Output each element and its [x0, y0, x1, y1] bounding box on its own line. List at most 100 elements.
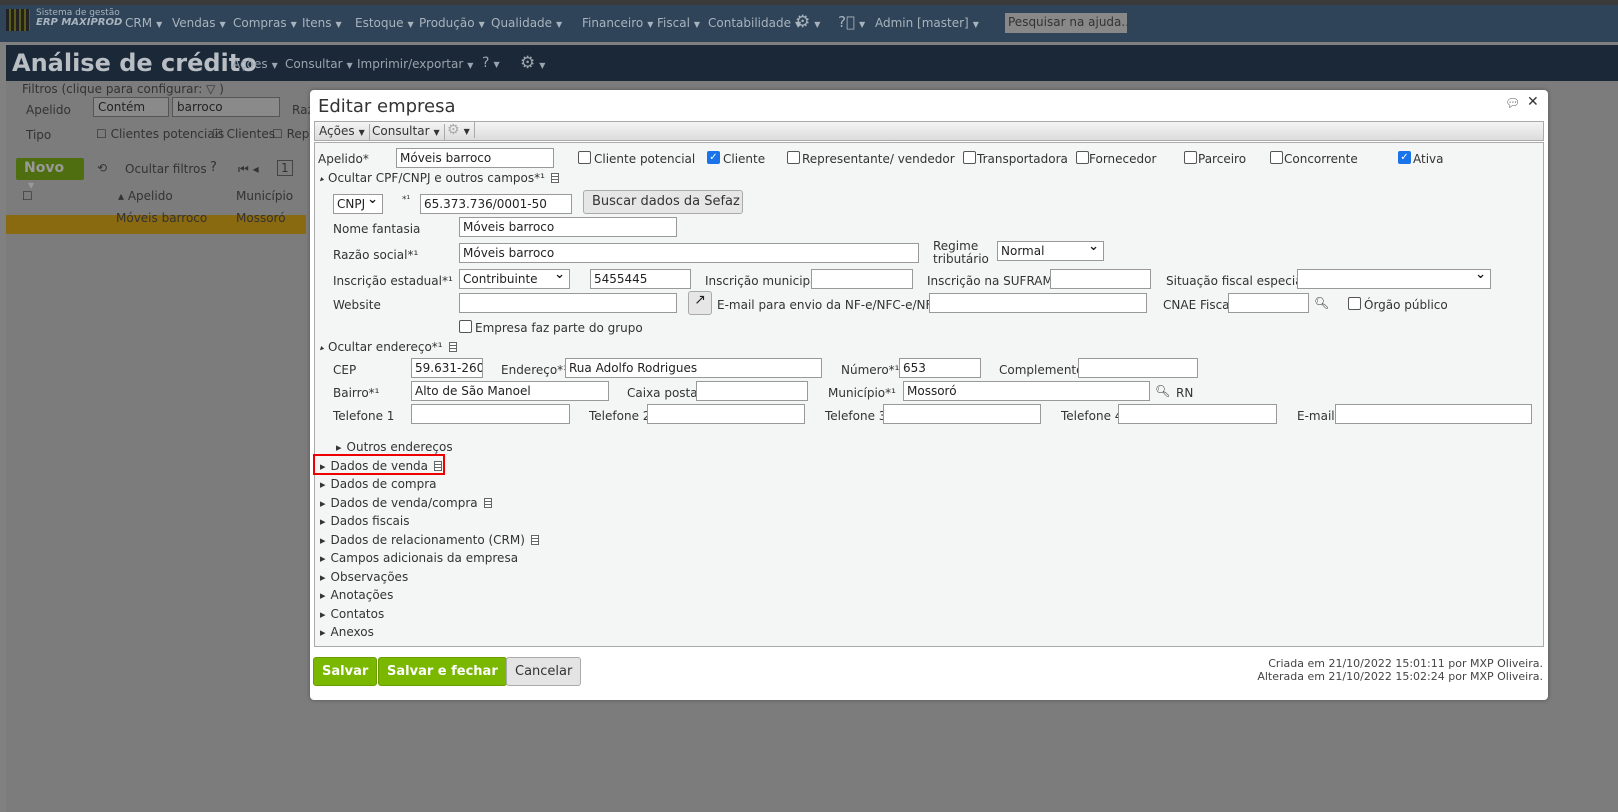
- tel1-input[interactable]: [411, 404, 570, 424]
- checkbox-cliente-potencial[interactable]: [578, 151, 591, 164]
- menu-crm[interactable]: CRM ▼: [125, 16, 162, 30]
- menu-label: Produção: [419, 16, 475, 30]
- razao-social-input[interactable]: Móveis barroco: [459, 243, 919, 263]
- apelido-input[interactable]: Móveis barroco: [396, 148, 554, 168]
- checkbox-transportadora[interactable]: [963, 151, 976, 164]
- cancel-button[interactable]: Cancelar: [506, 657, 582, 686]
- page-menu-consultar[interactable]: Consultar ▼: [285, 57, 353, 71]
- im-input[interactable]: [811, 269, 913, 289]
- website-input[interactable]: [459, 293, 677, 313]
- help-icon[interactable]: ?⃝ ▼: [838, 13, 865, 31]
- checkbox-ativa[interactable]: ✓: [1398, 151, 1411, 164]
- dialog-toolbar: Ações ▼ Consultar ▼ ⚙ ▼: [314, 121, 1544, 141]
- user-label: Admin [master]: [875, 16, 969, 30]
- bairro-input[interactable]: Alto de São Manoel: [411, 381, 609, 401]
- checkbox-orgao-publico[interactable]: [1348, 297, 1361, 310]
- page-menu-acoes[interactable]: Ações ▼: [232, 57, 278, 71]
- section-dados-crm[interactable]: Dados de relacionamento (CRM): [320, 533, 539, 547]
- search-icon[interactable]: 🔍︎: [1314, 296, 1329, 310]
- refresh-icon[interactable]: ⟲: [97, 161, 107, 175]
- filter-apelido-operator[interactable]: Contém: [93, 97, 169, 117]
- gear-icon[interactable]: ⚙ ▼: [795, 12, 820, 32]
- pager-page[interactable]: 1: [277, 160, 293, 176]
- user-menu[interactable]: Admin [master] ▼: [875, 16, 979, 30]
- filter-apelido-input[interactable]: barroco: [172, 97, 280, 117]
- column-apelido[interactable]: ▴ Apelido: [118, 189, 173, 203]
- menu-qualidade[interactable]: Qualidade ▼: [491, 16, 562, 30]
- section-outros-enderecos[interactable]: Outros endereços: [336, 440, 453, 454]
- page-help-icon[interactable]: ? ▼: [482, 55, 500, 71]
- section-anexos[interactable]: Anexos: [320, 625, 374, 639]
- checkbox-concorrente[interactable]: [1270, 151, 1283, 164]
- select-all-checkbox[interactable]: ☐: [22, 189, 33, 203]
- nome-fantasia-input[interactable]: Móveis barroco: [459, 217, 677, 237]
- menu-contabilidade[interactable]: Contabilidade ▼: [708, 16, 801, 30]
- ie-input[interactable]: 5455445: [590, 269, 691, 289]
- tel4-input[interactable]: [1118, 404, 1277, 424]
- menu-financeiro[interactable]: Financeiro ▼: [582, 16, 653, 30]
- menu-vendas[interactable]: Vendas ▼: [172, 16, 226, 30]
- section-dados-compra[interactable]: Dados de compra: [320, 477, 437, 491]
- label: Dados de relacionamento (CRM): [330, 533, 525, 547]
- save-button[interactable]: Salvar: [313, 657, 378, 686]
- filters-legend[interactable]: Filtros (clique para configurar: ▽ ): [22, 82, 224, 96]
- endereco-input[interactable]: Rua Adolfo Rodrigues: [565, 358, 822, 378]
- tel3-input[interactable]: [883, 404, 1041, 424]
- complemento-input[interactable]: [1078, 358, 1198, 378]
- checkbox-cliente[interactable]: ✓: [707, 151, 720, 164]
- buscar-sefaz-button[interactable]: Buscar dados da Sefaz: [583, 190, 743, 214]
- section-dados-fiscais[interactable]: Dados fiscais: [320, 514, 410, 528]
- help-search-input[interactable]: Pesquisar na ajuda...: [1005, 13, 1127, 33]
- new-button[interactable]: Novo ▼: [16, 158, 84, 190]
- email-nfe-input[interactable]: [929, 293, 1147, 313]
- comment-icon[interactable]: 💬︎: [1505, 96, 1520, 110]
- filter-tipo-clientes[interactable]: ☑ Clientes: [212, 127, 275, 141]
- menu-compras[interactable]: Compras ▼: [233, 16, 297, 30]
- pager-first-icon[interactable]: ⏮ ◂: [238, 162, 259, 177]
- column-municipio[interactable]: Município: [236, 189, 293, 203]
- section-campos-adicionais[interactable]: Campos adicionais da empresa: [320, 551, 519, 565]
- cnae-input[interactable]: [1228, 293, 1309, 313]
- suframa-input[interactable]: [1050, 269, 1151, 289]
- regime-select[interactable]: Normal: [997, 241, 1104, 261]
- section-contatos[interactable]: Contatos: [320, 607, 385, 621]
- doc-type-select[interactable]: CNPJ: [333, 194, 383, 214]
- filter-tipo-rep[interactable]: ☐ Rep: [272, 127, 309, 141]
- email-input[interactable]: [1335, 404, 1532, 424]
- section-toggle-endereco[interactable]: Ocultar endereço*¹: [319, 340, 457, 354]
- close-icon[interactable]: ✕: [1527, 94, 1539, 110]
- municipio-input[interactable]: Mossoró: [903, 381, 1150, 401]
- sfe-select[interactable]: [1297, 269, 1491, 289]
- list-help-icon[interactable]: ?: [210, 160, 217, 175]
- checkbox-parceiro[interactable]: [1184, 151, 1197, 164]
- checkbox-representante[interactable]: [787, 151, 800, 164]
- label: Dados de compra: [330, 477, 437, 491]
- section-observacoes[interactable]: Observações: [320, 570, 409, 584]
- save-close-button[interactable]: Salvar e fechar: [378, 657, 507, 686]
- checkbox-grupo[interactable]: [459, 320, 472, 333]
- menu-estoque[interactable]: Estoque ▼: [355, 16, 414, 30]
- section-dados-venda-compra[interactable]: Dados de venda/compra: [320, 496, 492, 510]
- filter-tipo-clientes-potenciais[interactable]: ☐ Clientes potenciais: [96, 127, 224, 141]
- section-toggle-cnpj[interactable]: Ocultar CPF/CNPJ e outros campos*¹: [319, 171, 559, 185]
- municipio-search-icon[interactable]: 🔍︎: [1155, 384, 1170, 398]
- section-anotacoes[interactable]: Anotações: [320, 588, 394, 602]
- ie-type-select[interactable]: Contribuinte: [459, 269, 570, 289]
- dialog-menu-acoes[interactable]: Ações ▼: [315, 124, 370, 140]
- dialog-gear-icon[interactable]: ⚙ ▼: [443, 122, 475, 138]
- checkbox-fornecedor[interactable]: [1076, 151, 1089, 164]
- menu-fiscal[interactable]: Fiscal ▼: [657, 16, 700, 30]
- tel2-input[interactable]: [647, 404, 805, 424]
- caixa-postal-input[interactable]: [696, 381, 808, 401]
- open-link-icon[interactable]: ↗: [688, 291, 712, 315]
- label: Clientes potenciais: [110, 127, 225, 141]
- page-gear-icon[interactable]: ⚙ ▼: [520, 53, 545, 73]
- hide-filters-button[interactable]: Ocultar filtros: [125, 162, 207, 176]
- menu-producao[interactable]: Produção ▼: [419, 16, 485, 30]
- dialog-menu-consultar[interactable]: Consultar ▼: [368, 124, 445, 140]
- cep-input[interactable]: 59.631-260: [411, 358, 483, 378]
- page-menu-imprimir[interactable]: Imprimir/exportar ▼: [357, 57, 473, 71]
- menu-itens[interactable]: Itens ▼: [302, 16, 342, 30]
- cnpj-input[interactable]: 65.373.736/0001-50: [420, 194, 572, 214]
- numero-input[interactable]: 653: [899, 358, 981, 378]
